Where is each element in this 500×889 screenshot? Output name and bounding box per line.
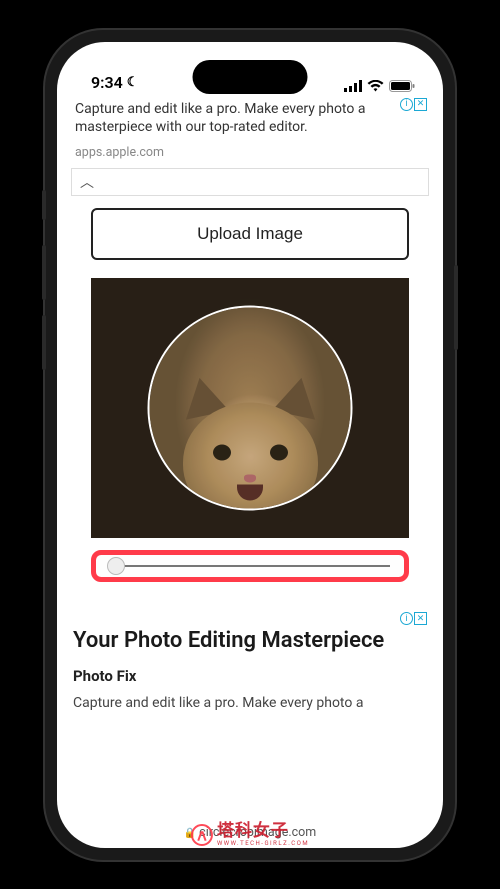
circle-crop-frame[interactable] <box>148 306 353 511</box>
ad-info-icon[interactable]: i <box>400 612 413 625</box>
ad-info-icon[interactable]: i <box>400 98 413 111</box>
phone-frame: 9:34 ☾ i ✕ Capture <box>45 30 455 860</box>
ad-bottom-description: Capture and edit like a pro. Make every … <box>73 695 427 711</box>
status-time: 9:34 <box>91 73 123 92</box>
cellular-signal-icon <box>344 80 362 92</box>
ad-collapse-toggle[interactable]: ︿ <box>71 169 429 196</box>
zoom-slider-thumb[interactable] <box>107 557 125 575</box>
upload-image-button[interactable]: Upload Image <box>91 208 409 260</box>
watermark-logo-icon <box>191 824 213 846</box>
image-preview[interactable] <box>91 278 409 538</box>
battery-icon <box>389 80 415 92</box>
volume-up-button <box>42 245 46 300</box>
crop-tool-section: Upload Image <box>71 196 429 590</box>
zoom-slider[interactable] <box>110 565 390 567</box>
wifi-icon <box>367 80 384 92</box>
dynamic-island <box>193 60 308 94</box>
ad-banner-top[interactable]: i ✕ Capture and edit like a pro. Make ev… <box>71 96 429 170</box>
power-button <box>454 265 458 350</box>
phone-screen: 9:34 ☾ i ✕ Capture <box>57 42 443 848</box>
silent-switch <box>42 190 46 220</box>
ad-top-domain: apps.apple.com <box>75 145 425 160</box>
ad-close-icon[interactable]: ✕ <box>414 98 427 111</box>
ad-bottom-brand: Photo Fix <box>73 667 427 685</box>
watermark: 塔科女子 WWW.TECH-GIRLZ.COM <box>191 823 309 847</box>
watermark-sub: WWW.TECH-GIRLZ.COM <box>217 841 309 847</box>
ad-top-description: Capture and edit like a pro. Make every … <box>75 100 425 138</box>
ad-banner-bottom[interactable]: i ✕ Your Photo Editing Masterpiece Photo… <box>71 610 429 710</box>
dnd-moon-icon: ☾ <box>127 75 139 90</box>
ad-close-icon[interactable]: ✕ <box>414 612 427 625</box>
zoom-slider-highlight <box>91 550 409 582</box>
chevron-up-icon: ︿ <box>80 172 94 192</box>
ad-bottom-title: Your Photo Editing Masterpiece <box>73 628 427 654</box>
watermark-main: 塔科女子 <box>217 823 309 840</box>
volume-down-button <box>42 315 46 370</box>
